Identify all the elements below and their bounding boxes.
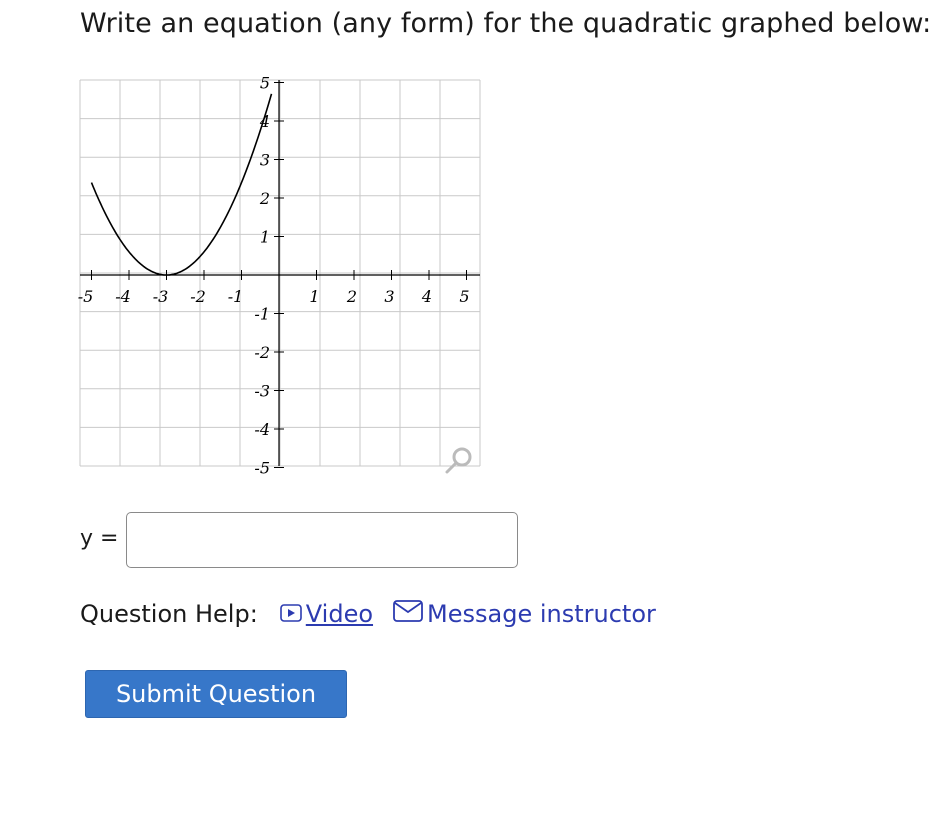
magnifier-icon[interactable]: [445, 447, 472, 474]
x-tick-label: -3: [153, 287, 169, 306]
question-help: Question Help: Video Message instructor: [80, 600, 676, 628]
x-tick-label: -2: [190, 287, 206, 306]
x-tick-labels: -5 -4 -3 -2 -1 1 2 3 4 5: [78, 287, 470, 306]
y-tick-label: 1: [260, 228, 270, 247]
graph-svg: -5 -4 -3 -2 -1 1 2 3 4 5 5 4 3 2 1 -1 -2 -3 -4 -5: [78, 74, 481, 478]
x-tick-label: 3: [384, 287, 394, 306]
answer-label: y =: [80, 526, 119, 551]
mail-icon: [393, 600, 423, 628]
quadratic-graph: -5 -4 -3 -2 -1 1 2 3 4 5 5 4 3 2 1 -1 -2 -3 -4 -5: [0, 0, 500, 484]
message-instructor-link[interactable]: Message instructor: [393, 600, 656, 628]
y-tick-label: -4: [254, 420, 270, 439]
x-tick-label: 2: [346, 287, 357, 306]
video-link-label: Video: [305, 600, 374, 628]
y-tick-label: 5: [260, 74, 270, 93]
x-tick-label: 4: [421, 287, 432, 306]
video-icon: [279, 600, 302, 628]
x-tick-label: 1: [309, 287, 319, 306]
y-tick-label: 2: [259, 189, 270, 208]
answer-input[interactable]: [126, 512, 518, 568]
x-tick-label: 5: [459, 287, 469, 306]
question-help-label: Question Help:: [80, 600, 258, 628]
x-tick-label: -1: [228, 287, 244, 306]
x-tick-label: -5: [78, 287, 94, 306]
submit-question-button[interactable]: Submit Question: [85, 670, 347, 718]
parabola-curve: [90, 93, 273, 276]
message-instructor-label: Message instructor: [427, 600, 656, 628]
y-tick-label: 3: [260, 151, 270, 170]
x-tick-label: -4: [115, 287, 131, 306]
y-tick-label: -5: [254, 459, 270, 478]
y-tick-label: -2: [254, 343, 270, 362]
y-tick-label: -3: [254, 382, 270, 401]
y-tick-label: -1: [254, 305, 270, 324]
video-link[interactable]: Video: [279, 600, 374, 628]
graph-grid: [79, 79, 481, 467]
